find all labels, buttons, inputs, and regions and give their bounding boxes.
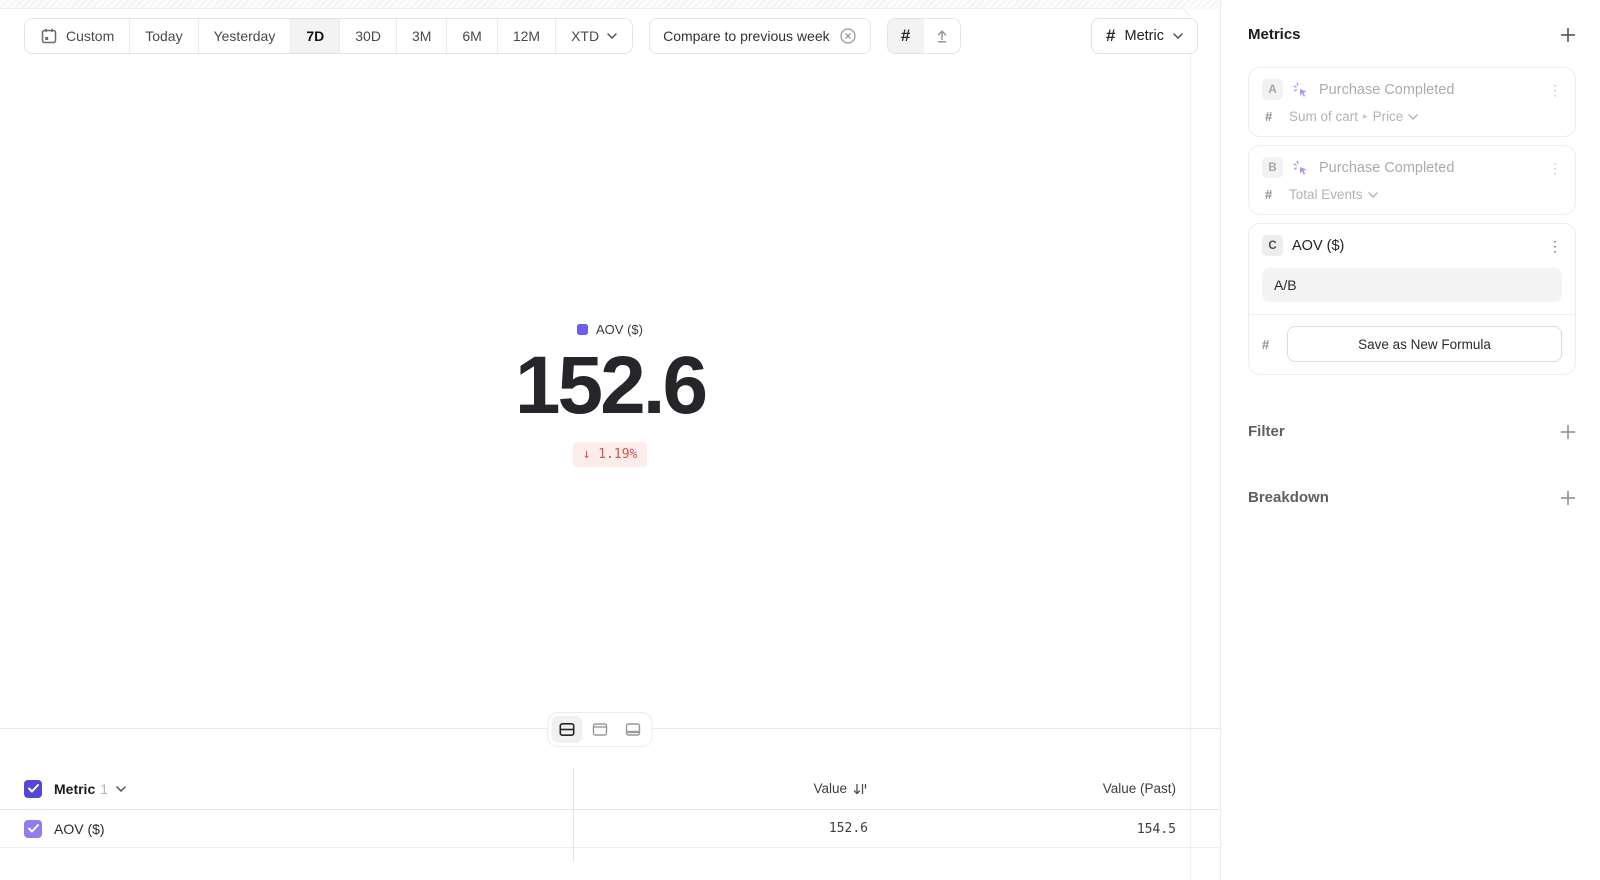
legend-swatch <box>577 324 588 335</box>
save-formula-button[interactable]: Save as New Formula <box>1287 326 1562 362</box>
metric-badge: C <box>1262 235 1283 256</box>
hash-icon: # <box>901 26 910 46</box>
row-metric-name: AOV ($) <box>54 821 105 837</box>
chart-legend: AOV ($) <box>577 322 643 337</box>
date-range-7d[interactable]: 7D <box>290 19 339 53</box>
date-range-yesterday[interactable]: Yesterday <box>198 19 291 53</box>
compare-pill[interactable]: Compare to previous week <box>649 18 871 54</box>
chevron-down-icon <box>116 786 126 792</box>
select-all-checkbox[interactable] <box>24 780 42 798</box>
filter-section-header: Filter <box>1248 423 1576 440</box>
layout-toggle-group <box>548 712 653 747</box>
app-root: Custom Today Yesterday 7D 30D 3M 6M 12M … <box>0 0 1600 880</box>
event-click-icon <box>1292 81 1310 99</box>
row-value: 152.6 <box>829 821 868 836</box>
remove-compare-icon[interactable] <box>839 27 857 45</box>
toolbar: Custom Today Yesterday 7D 30D 3M 6M 12M … <box>24 18 1198 54</box>
chevron-down-icon <box>607 33 617 39</box>
arrow-down-icon: ↓ <box>583 447 591 462</box>
date-range-30d[interactable]: 30D <box>339 19 396 53</box>
hash-icon: # <box>1265 109 1280 124</box>
split-view-toggle[interactable] <box>552 716 583 743</box>
metric-card-c[interactable]: C AOV ($) ⋮ A/B # Save as New Formula <box>1248 223 1576 375</box>
table-header-row: Metric 1 Value <box>0 768 1220 810</box>
date-range-today[interactable]: Today <box>129 19 197 53</box>
chart-view-toggle[interactable] <box>585 716 616 743</box>
breakdown-title: Breakdown <box>1248 489 1329 506</box>
big-number-chart: AOV ($) 152.6 ↓ 1.19% <box>0 322 1220 467</box>
metric-dropdown-label: Metric <box>1125 28 1164 44</box>
date-range-12m[interactable]: 12M <box>497 19 555 53</box>
table-column-divider <box>573 768 574 862</box>
chevron-down-icon <box>1368 192 1378 198</box>
metric-event-name[interactable]: Purchase Completed <box>1319 82 1539 98</box>
legend-label: AOV ($) <box>596 322 643 337</box>
row-past-value: 154.5 <box>1137 822 1176 837</box>
trend-view-toggle[interactable] <box>924 19 960 53</box>
breakdown-section-header: Breakdown <box>1248 489 1576 506</box>
formula-metric-name[interactable]: AOV ($) <box>1292 238 1539 254</box>
metrics-section-header: Metrics <box>1248 26 1576 43</box>
split-view-icon <box>559 721 576 738</box>
formula-input[interactable]: A/B <box>1262 268 1562 302</box>
breadcrumb-arrow-icon: ▸ <box>1363 111 1368 122</box>
results-table: Metric 1 Value <box>0 768 1220 848</box>
date-range-xtd[interactable]: XTD <box>555 19 632 53</box>
metric-card-b[interactable]: B Purchase Completed ⋮ # Total Events <box>1248 145 1576 215</box>
top-panel-icon <box>592 721 609 738</box>
hash-icon: # <box>1265 187 1280 202</box>
sort-descending-icon <box>853 782 868 796</box>
date-range-custom[interactable]: Custom <box>25 19 129 53</box>
aggregation-selector[interactable]: Sum of cart ▸ Price <box>1289 109 1418 124</box>
metric-dropdown-button[interactable]: # Metric <box>1091 18 1198 54</box>
add-metric-button[interactable] <box>1560 27 1576 43</box>
past-value-column-header[interactable]: Value (Past) <box>868 781 1176 796</box>
metric-value: 152.6 <box>515 345 705 427</box>
date-range-6m[interactable]: 6M <box>446 19 496 53</box>
metrics-title: Metrics <box>1248 26 1301 43</box>
filter-title: Filter <box>1248 423 1285 440</box>
table-view-toggle[interactable] <box>618 716 649 743</box>
chevron-down-icon <box>1173 33 1183 39</box>
add-breakdown-button[interactable] <box>1560 490 1576 506</box>
chevron-down-icon <box>1408 114 1418 120</box>
calendar-icon <box>40 27 58 45</box>
hash-icon: # <box>1262 337 1277 352</box>
date-range-label: Custom <box>66 28 114 44</box>
metric-badge: A <box>1262 79 1283 100</box>
event-click-icon <box>1292 159 1310 177</box>
change-badge: ↓ 1.19% <box>573 442 648 467</box>
add-filter-button[interactable] <box>1560 424 1576 440</box>
number-view-toggle[interactable]: # <box>888 19 924 53</box>
value-column-header[interactable]: Value <box>573 781 868 796</box>
change-percent: 1.19% <box>598 447 637 462</box>
arrow-up-icon <box>934 28 950 44</box>
compare-label: Compare to previous week <box>663 28 830 44</box>
value-display-toggle: # <box>887 18 961 54</box>
hash-icon: # <box>1106 26 1115 46</box>
metric-group-selector[interactable]: Metric 1 <box>54 781 126 797</box>
main-area: Custom Today Yesterday 7D 30D 3M 6M 12M … <box>0 0 1220 880</box>
date-range-control: Custom Today Yesterday 7D 30D 3M 6M 12M … <box>24 18 633 54</box>
date-range-3m[interactable]: 3M <box>396 19 446 53</box>
metric-event-name[interactable]: Purchase Completed <box>1319 160 1539 176</box>
row-checkbox[interactable] <box>24 820 42 838</box>
table-row[interactable]: AOV ($) 152.6 154.5 <box>0 810 1220 848</box>
metric-badge: B <box>1262 157 1283 178</box>
query-sidebar: Metrics A Purchase Completed ⋮ # <box>1220 0 1600 880</box>
bottom-panel-icon <box>625 721 642 738</box>
metric-card-a[interactable]: A Purchase Completed ⋮ # Sum of cart ▸ P… <box>1248 67 1576 137</box>
aggregation-selector[interactable]: Total Events <box>1289 187 1378 202</box>
